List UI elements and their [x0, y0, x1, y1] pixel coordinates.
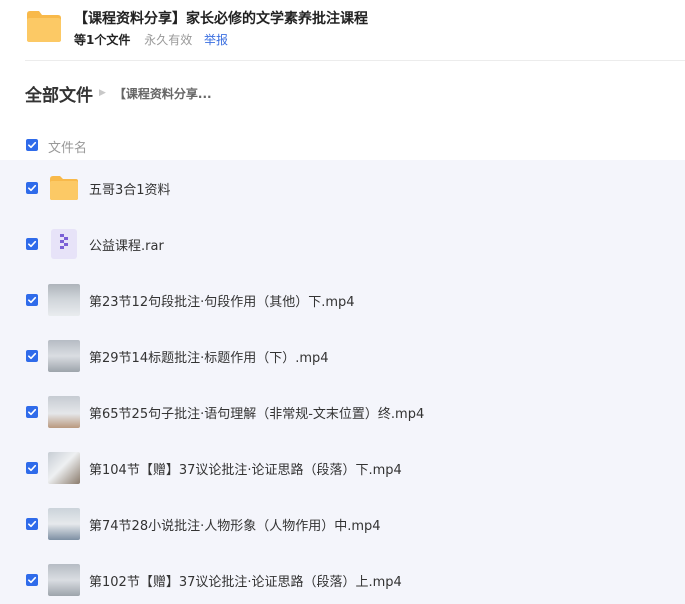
row-checkbox[interactable]: [26, 462, 38, 474]
share-header: 【课程资料分享】家长必修的文学素养批注课程 等1个文件 永久有效 举报: [0, 0, 685, 60]
report-link[interactable]: 举报: [204, 33, 228, 47]
row-checkbox[interactable]: [26, 518, 38, 530]
file-name[interactable]: 第102节【赠】37议论批注·论证思路（段落）上.mp4: [89, 571, 402, 590]
list-item[interactable]: 第104节【赠】37议论批注·论证思路（段落）下.mp4: [0, 440, 685, 496]
list-item[interactable]: 第102节【赠】37议论批注·论证思路（段落）上.mp4: [0, 552, 685, 604]
folder-icon: [50, 176, 78, 200]
column-filename[interactable]: 文件名: [48, 137, 87, 156]
list-header: 文件名: [0, 130, 685, 160]
folder-icon: [27, 11, 61, 42]
row-checkbox[interactable]: [26, 238, 38, 250]
checkmark-icon: [28, 464, 37, 472]
file-name[interactable]: 五哥3合1资料: [89, 179, 171, 198]
list-item[interactable]: 第65节25句子批注·语句理解（非常规-文末位置）终.mp4: [0, 384, 685, 440]
checkmark-icon: [28, 576, 37, 584]
checkmark-icon: [28, 352, 37, 360]
select-all-checkbox[interactable]: [26, 139, 38, 151]
list-item[interactable]: 第74节28小说批注·人物形象（人物作用）中.mp4: [0, 496, 685, 552]
checkmark-icon: [28, 240, 37, 248]
video-thumbnail: [48, 508, 80, 540]
file-name[interactable]: 第65节25句子批注·语句理解（非常规-文末位置）终.mp4: [89, 403, 424, 422]
video-thumbnail: [48, 284, 80, 316]
breadcrumb-root[interactable]: 全部文件: [25, 81, 93, 106]
share-meta: 等1个文件 永久有效 举报: [74, 31, 228, 48]
validity-text: 永久有效: [144, 33, 193, 47]
file-name[interactable]: 第104节【赠】37议论批注·论证思路（段落）下.mp4: [89, 459, 402, 478]
list-item[interactable]: 第23节12句段批注·句段作用（其他）下.mp4: [0, 272, 685, 328]
file-list: 五哥3合1资料 公益课程.rar 第23节12句段批注·句段作用（其他）下.mp…: [0, 160, 685, 604]
file-name[interactable]: 第23节12句段批注·句段作用（其他）下.mp4: [89, 291, 355, 310]
checkmark-icon: [28, 408, 37, 416]
share-title: 【课程资料分享】家长必修的文学素养批注课程: [74, 11, 368, 27]
row-checkbox[interactable]: [26, 350, 38, 362]
video-thumbnail: [48, 340, 80, 372]
row-checkbox[interactable]: [26, 182, 38, 194]
checkmark-icon: [28, 520, 37, 528]
header-divider: [25, 60, 685, 61]
chevron-right-icon: ▶: [99, 88, 106, 98]
archive-icon: [51, 229, 77, 259]
list-item[interactable]: 第29节14标题批注·标题作用（下）.mp4: [0, 328, 685, 384]
breadcrumb: 全部文件 ▶ 【课程资料分享...: [25, 80, 212, 106]
video-thumbnail: [48, 452, 80, 484]
row-checkbox[interactable]: [26, 406, 38, 418]
file-count: 等1个文件: [74, 33, 131, 47]
row-checkbox[interactable]: [26, 574, 38, 586]
list-item[interactable]: 公益课程.rar: [0, 216, 685, 272]
breadcrumb-current[interactable]: 【课程资料分享...: [114, 85, 212, 102]
checkmark-icon: [28, 184, 37, 192]
checkmark-icon: [28, 141, 37, 149]
video-thumbnail: [48, 564, 80, 596]
video-thumbnail: [48, 396, 80, 428]
checkmark-icon: [28, 296, 37, 304]
row-checkbox[interactable]: [26, 294, 38, 306]
file-name[interactable]: 第74节28小说批注·人物形象（人物作用）中.mp4: [89, 515, 381, 534]
list-item[interactable]: 五哥3合1资料: [0, 160, 685, 216]
file-name[interactable]: 公益课程.rar: [89, 235, 164, 254]
file-name[interactable]: 第29节14标题批注·标题作用（下）.mp4: [89, 347, 329, 366]
